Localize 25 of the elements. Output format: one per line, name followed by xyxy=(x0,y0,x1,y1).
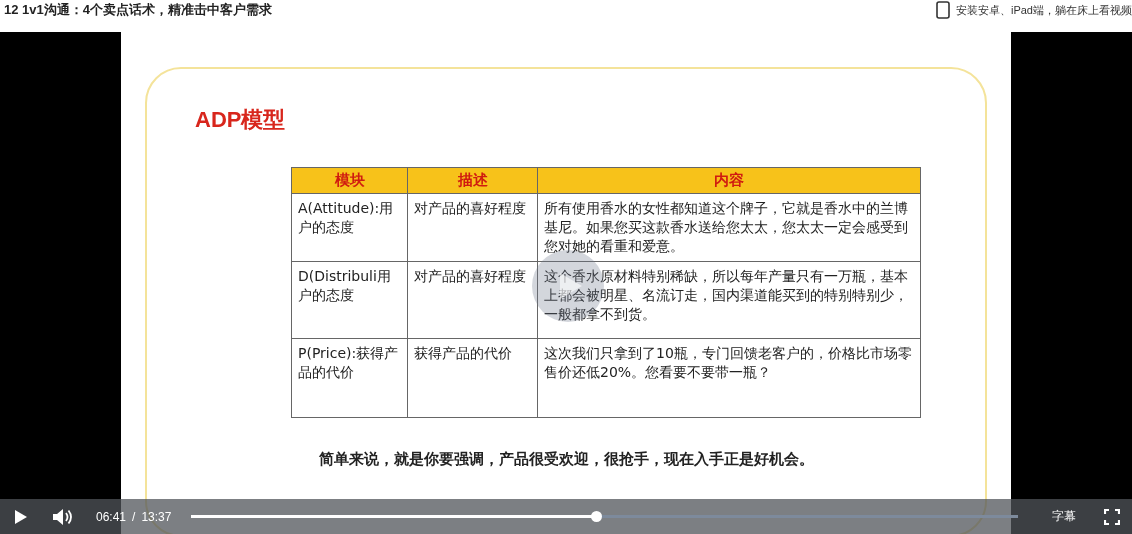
table-cell: P(Price):获得产品的代价 xyxy=(291,338,408,418)
table-cell: D(Distribuli用户的态度 xyxy=(291,261,408,339)
column-header: 内容 xyxy=(537,167,921,194)
table-cell: 这个香水原材料特别稀缺，所以每年产量只有一万瓶，基本上都会被明星、名流订走，国内渠道能买到的特别特别少，一般都拿不到货。 xyxy=(537,261,921,339)
page-title: 12 1v1沟通：4个卖点话术，精准击中客户需求 xyxy=(4,1,272,19)
progress-handle[interactable] xyxy=(591,511,603,522)
subtitles-button[interactable]: 字幕 xyxy=(1038,508,1090,525)
tablet-icon xyxy=(935,1,950,19)
volume-button[interactable] xyxy=(52,507,74,526)
table-cell: A(Attitude):用户的态度 xyxy=(291,193,408,262)
column-header: 模块 xyxy=(291,167,408,194)
table-cell: 对产品的喜好程度 xyxy=(407,193,538,262)
duration: 13:37 xyxy=(141,509,172,524)
play-button[interactable] xyxy=(12,508,28,525)
app-promo-link[interactable]: 安装安卓、iPad端，躺在床上看视频 xyxy=(955,2,1132,18)
current-time: 06:41 xyxy=(96,509,127,524)
table-cell: 获得产品的代价 xyxy=(407,338,538,418)
table-cell: 对产品的喜好程度 xyxy=(407,261,538,339)
fullscreen-button[interactable] xyxy=(1104,508,1120,525)
column-header: 描述 xyxy=(407,167,538,194)
table-cell: 所有使用香水的女性都知道这个牌子，它就是香水中的兰博基尼。如果您买这款香水送给您太太，您太太一定会感受到您对她的看重和爱意。 xyxy=(537,193,921,262)
slide-heading: ADP模型 xyxy=(195,106,287,134)
slide-summary: 简单来说，就是你要强调，产品很受欢迎，很抢手，现在入手正是好机会。 xyxy=(317,450,815,469)
time-separator: / xyxy=(132,509,136,524)
table-cell: 这次我们只拿到了10瓶，专门回馈老客户的，价格比市场零售价还低20%。您看要不要带一瓶？ xyxy=(537,338,921,418)
